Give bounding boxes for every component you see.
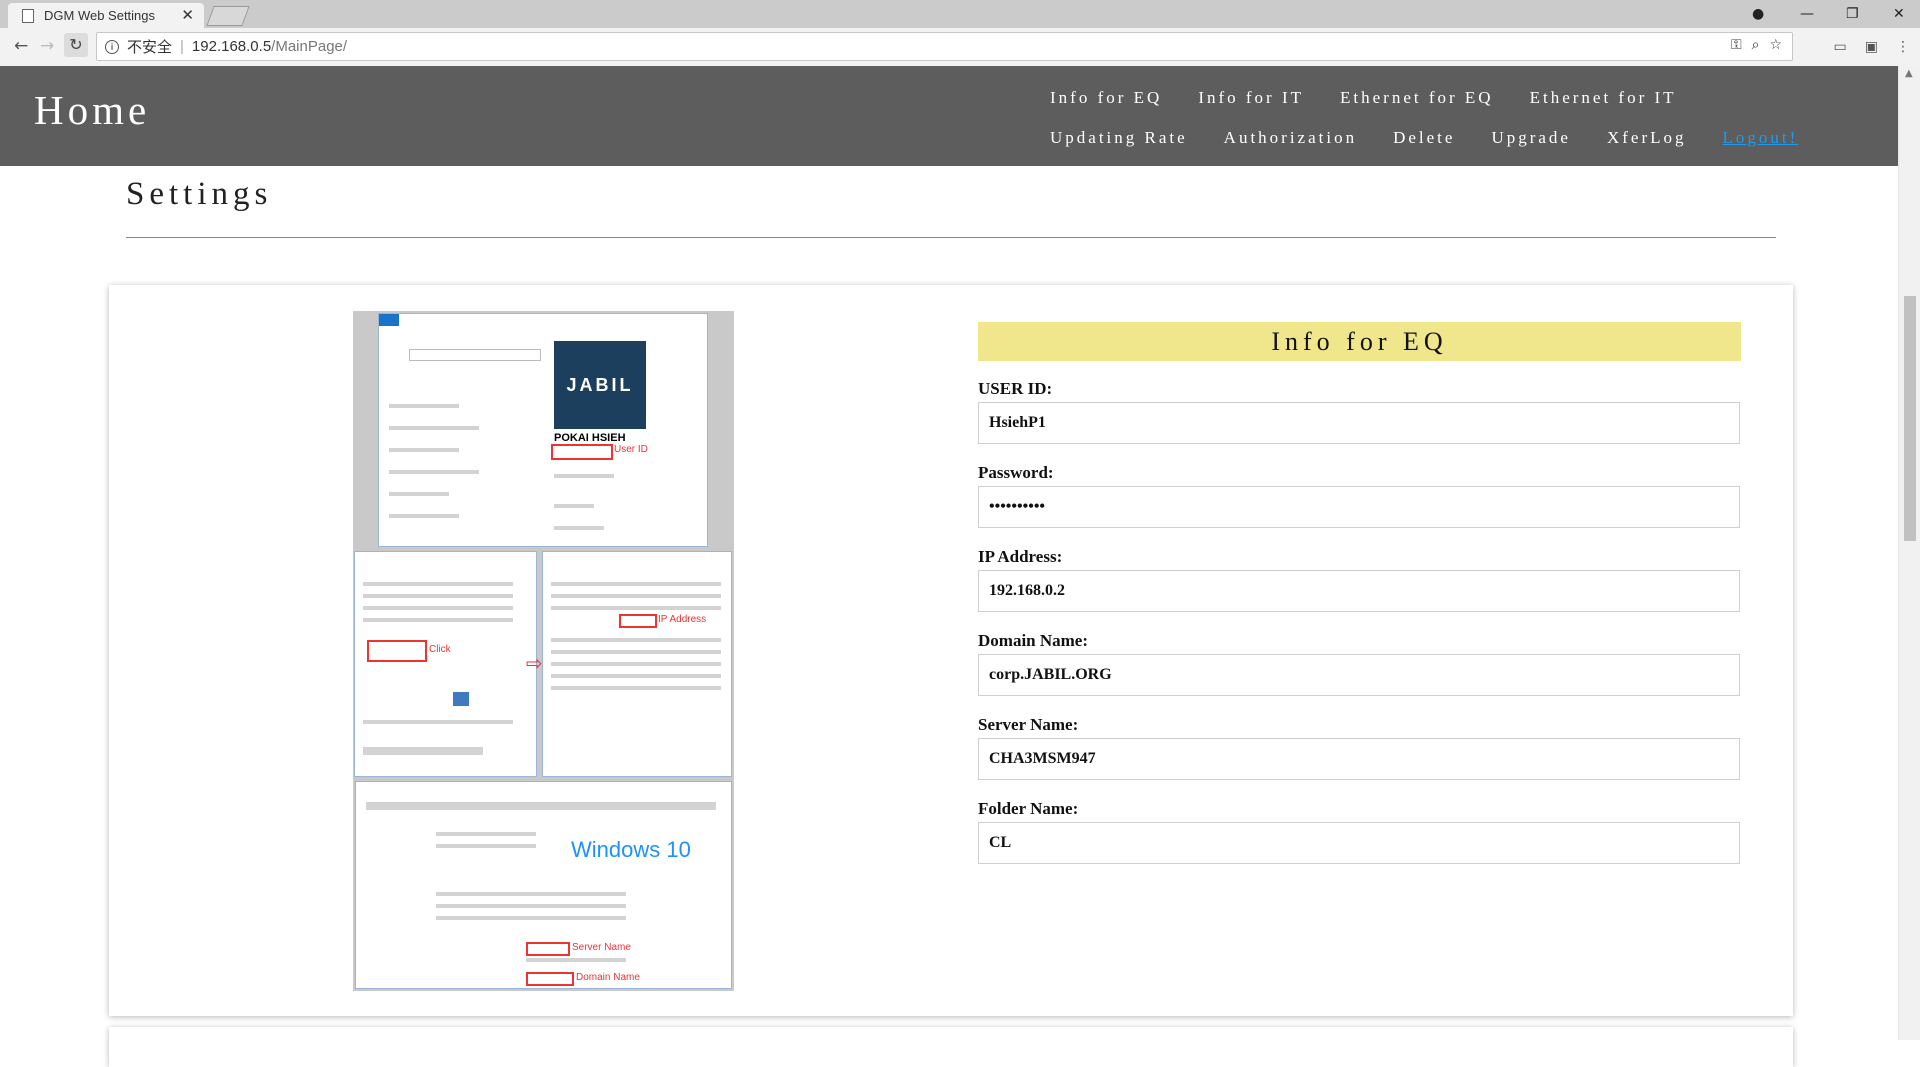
ref-domain-note: Domain Name [576, 972, 640, 983]
new-tab-button[interactable] [206, 6, 250, 26]
nav-row-1: Info for EQ Info for IT Ethernet for EQ … [1050, 78, 1900, 118]
windows-logo: Windows 10 [571, 837, 691, 862]
folder-name-label: Folder Name: [978, 799, 1079, 818]
server-name-input[interactable] [978, 738, 1740, 780]
scroll-thumb[interactable] [1904, 296, 1916, 541]
nav-info-for-eq[interactable]: Info for EQ [1050, 78, 1162, 118]
form-title: Info for EQ [978, 322, 1741, 361]
tab-title: DGM Web Settings [44, 8, 156, 23]
zoom-icon[interactable]: ⌕ [1752, 37, 1760, 53]
reload-icon[interactable]: ↻ [64, 33, 88, 57]
main-nav: Info for EQ Info for IT Ethernet for EQ … [1050, 78, 1900, 158]
close-window-button[interactable]: ✕ [1893, 0, 1905, 28]
info-icon[interactable]: i [105, 39, 119, 54]
star-icon[interactable]: ☆ [1769, 37, 1782, 53]
security-label: 不安全 [127, 39, 173, 56]
nav-upgrade[interactable]: Upgrade [1491, 118, 1571, 158]
divider [126, 237, 1776, 238]
close-tab-icon[interactable]: ✕ [181, 6, 194, 24]
site-header: Home Info for EQ Info for IT Ethernet fo… [0, 66, 1898, 166]
domain-name-input[interactable] [978, 654, 1740, 696]
ref-ip-note: IP Address [658, 614, 707, 625]
user-id-label: USER ID: [978, 379, 1053, 398]
ref-network-details-panel: IP Address [542, 551, 732, 777]
nav-delete[interactable]: Delete [1393, 118, 1455, 158]
minimize-button[interactable]: — [1800, 0, 1814, 28]
back-icon[interactable]: ← [14, 36, 28, 56]
nav-authorization[interactable]: Authorization [1224, 118, 1357, 158]
tab-strip: DGM Web Settings ✕ ● — ❐ ✕ [0, 0, 1920, 28]
page-title: Settings [126, 176, 273, 212]
logout-link[interactable]: Logout! [1723, 118, 1799, 158]
address-bar[interactable]: i 不安全 | 192.168.0.5/MainPage/ ⚿ ⌕ ☆ [96, 32, 1793, 61]
browser-toolbar: ← → ↻ i 不安全 | 192.168.0.5/MainPage/ ⚿ ⌕ … [0, 28, 1920, 67]
ref-user-id-note: User ID [614, 444, 648, 455]
ref-account-panel: JABIL POKAI HSIEH User ID [378, 313, 708, 547]
reference-screenshot: JABIL POKAI HSIEH User ID Click ⇨ IP Add… [353, 311, 734, 991]
ip-address-label: IP Address: [978, 547, 1063, 566]
restore-button[interactable]: ❐ [1846, 0, 1859, 28]
url-path: /MainPage/ [271, 38, 348, 55]
extension-area: ▭ ▣ ⋮ [1834, 39, 1910, 55]
omnibox-actions: ⚿ ⌕ ☆ [1731, 37, 1782, 53]
page-scrollbar[interactable]: ▲ [1898, 66, 1920, 1040]
ref-system-panel: Windows 10 Server Name Domain Name [355, 781, 732, 989]
user-id-input[interactable] [978, 402, 1740, 444]
page-icon [22, 8, 34, 23]
ip-address-input[interactable] [978, 570, 1740, 612]
ref-click-note: Click [429, 644, 451, 655]
password-input[interactable] [978, 486, 1740, 528]
nav-updating-rate[interactable]: Updating Rate [1050, 118, 1188, 158]
url-separator: | [180, 38, 184, 55]
scroll-up-icon[interactable]: ▲ [1905, 68, 1913, 79]
password-label: Password: [978, 463, 1054, 482]
nav-ethernet-for-it[interactable]: Ethernet for IT [1530, 78, 1677, 118]
extension-icon[interactable]: ▭ [1834, 39, 1847, 55]
domain-name-label: Domain Name: [978, 631, 1089, 650]
ref-server-note: Server Name [572, 942, 631, 953]
nav-ethernet-for-eq[interactable]: Ethernet for EQ [1340, 78, 1494, 118]
nav-row-2: Updating Rate Authorization Delete Upgra… [1050, 118, 1900, 158]
profile-icon[interactable]: ● [1752, 0, 1764, 28]
home-link[interactable]: Home [34, 86, 150, 134]
next-card [109, 1027, 1793, 1067]
key-icon[interactable]: ⚿ [1731, 37, 1742, 53]
jabil-logo: JABIL [554, 341, 646, 429]
menu-icon[interactable]: ⋮ [1896, 39, 1910, 55]
ref-ethernet-status-panel: Click [354, 551, 537, 777]
url-host: 192.168.0.5 [191, 38, 272, 55]
server-name-label: Server Name: [978, 715, 1079, 734]
cast-icon[interactable]: ▣ [1865, 39, 1878, 55]
browser-tab[interactable]: DGM Web Settings ✕ [8, 3, 204, 28]
nav-xferlog[interactable]: XferLog [1607, 118, 1687, 158]
nav-info-for-it[interactable]: Info for IT [1198, 78, 1304, 118]
folder-name-input[interactable] [978, 822, 1740, 864]
forward-icon[interactable]: → [40, 36, 54, 56]
ref-user-name: POKAI HSIEH [554, 432, 626, 444]
